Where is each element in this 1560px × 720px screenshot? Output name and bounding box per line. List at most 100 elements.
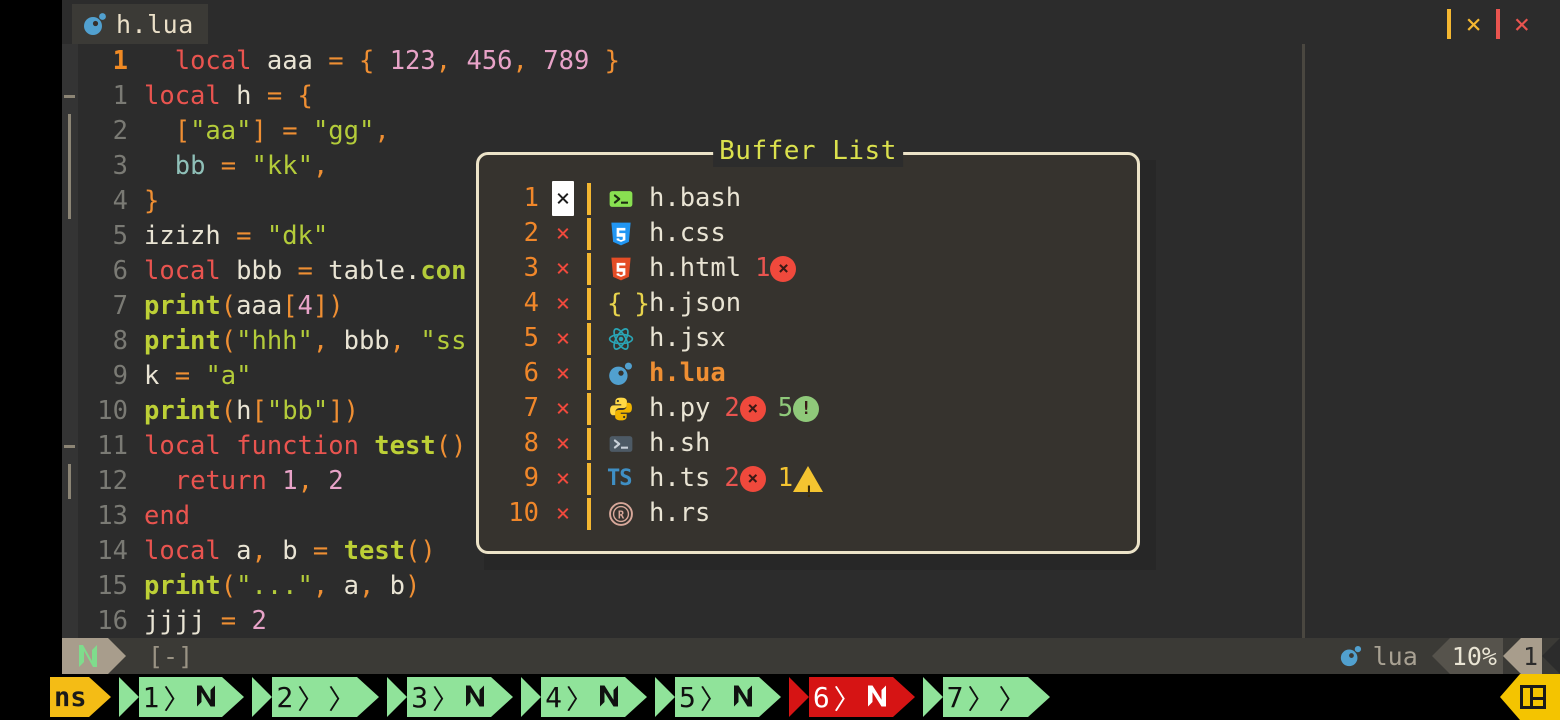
tab-slash: 〉 [432, 684, 460, 716]
buffer-filename: h.html [649, 253, 742, 283]
tab-chevron-left [922, 677, 943, 717]
diagnostic-info: 5! [778, 391, 820, 426]
statusline-right: lua 10% 1 [1325, 638, 1560, 674]
bottom-tab-5[interactable]: 5 〉 [654, 677, 781, 717]
css-icon [607, 219, 641, 249]
window-tabline [62, 0, 1560, 44]
code-line: 1 local aaa = { 123, 456, 789 } [78, 44, 1560, 79]
buffer-close-icon[interactable]: × [539, 216, 587, 251]
buffer-list-item[interactable]: 9 × TS h.ts 2 × 1! [479, 461, 1137, 501]
tab-slash: 〉 [565, 684, 593, 716]
buffer-list-item[interactable]: 8 × h.sh [479, 426, 1137, 461]
layout-button[interactable] [1500, 674, 1560, 720]
buffer-close-icon[interactable]: × [539, 321, 587, 356]
lua-icon [1339, 644, 1363, 668]
screen: h.lua × × 1 local aaa = { 123, 456, 789 … [0, 0, 1560, 720]
svg-text:R: R [618, 509, 625, 521]
code-text: bb = "kk", [174, 151, 329, 181]
buffer-close-icon[interactable]: × [539, 391, 587, 426]
buffer-filename: h.rs [649, 498, 711, 528]
tab-chevron-left [788, 677, 809, 717]
code-line: 15 print("...", a, b) [78, 569, 1560, 604]
line-number-gutter: 13 [97, 501, 128, 531]
buffer-filename: h.jsx [649, 323, 726, 353]
layout-button-body[interactable] [1520, 674, 1560, 720]
close-all-icon[interactable]: × [1500, 11, 1544, 38]
buffer-list-item[interactable]: 5 × h.jsx [479, 321, 1137, 356]
tab-body: 1 〉 [138, 677, 223, 717]
buffer-list-item[interactable]: 2 × h.css [479, 216, 1137, 251]
tabline-group-label-text: ns [50, 677, 89, 717]
line-number-gutter: 2 [112, 116, 128, 146]
code-text: k = "a" [144, 361, 252, 391]
code-text: print("hhh", bbb, "ss [144, 326, 467, 356]
tab-chevron-left [654, 677, 675, 717]
rust-icon: R [607, 499, 641, 529]
tab-chevron-right [357, 677, 380, 717]
tab-chevron-left [521, 677, 542, 717]
buffer-accent-bar [587, 322, 591, 355]
tabline-group-label-arrow [88, 677, 111, 717]
buffer-close-icon[interactable]: × [539, 356, 587, 391]
percent-arrow [1431, 638, 1450, 674]
fold-column[interactable] [62, 44, 78, 638]
buffer-accent-bar [587, 357, 591, 390]
fold-open-marker[interactable] [64, 95, 75, 98]
tab-chevron-glyph: 〉 [328, 684, 356, 716]
neovim-icon [597, 684, 623, 710]
buffer-list-item[interactable]: 1 × h.bash [479, 181, 1137, 216]
buffer-list-item[interactable]: 4 × { } h.json [479, 286, 1137, 321]
code-text: local function test() [144, 431, 467, 461]
buffer-close-icon[interactable]: × [539, 426, 587, 461]
json-icon: { } [607, 288, 650, 319]
tab-h-lua[interactable]: h.lua [72, 4, 208, 44]
shell-icon [607, 429, 641, 459]
buffer-accent-bar [587, 497, 591, 530]
tab-chevron-right [892, 677, 915, 717]
bottom-tab-2[interactable]: 2 〉 〉 [252, 677, 380, 717]
buffer-close-icon[interactable]: × [539, 496, 587, 531]
tab-body: 7 〉 〉 [942, 677, 1028, 717]
diagnostic-count: 2 [724, 463, 740, 493]
buffer-list-popup[interactable]: Buffer List 1 × h.bash 2 × h.css 3 × h.html 1 × 4 ×{… [476, 135, 1140, 554]
tab-number: 6 [812, 680, 830, 714]
bottom-tab-1[interactable]: 1 〉 [118, 677, 245, 717]
bottom-tab-7[interactable]: 7 〉 〉 [922, 677, 1050, 717]
diagnostics-group: 2 × 5! [724, 391, 820, 426]
close-window-icon[interactable]: × [1451, 11, 1495, 38]
fold-open-marker[interactable] [64, 445, 75, 448]
buffer-accent-bar [587, 252, 591, 285]
bottom-tab-4[interactable]: 4 〉 [521, 677, 647, 717]
diagnostics-group: 2 × 1! [724, 461, 824, 501]
fold-level-bar [68, 149, 71, 184]
buffer-list-item[interactable]: 7 × h.py 2 × 5! [479, 391, 1137, 426]
diagnostic-count: 2 [724, 393, 740, 423]
statusline-tail [1542, 638, 1560, 674]
line-number: 1 [1520, 638, 1542, 674]
buffer-close-icon[interactable]: × [539, 286, 587, 321]
tab-number: 1 [142, 680, 160, 714]
buffer-close-icon[interactable]: × [539, 461, 587, 496]
buffer-list-item[interactable]: 6 × h.lua [479, 356, 1137, 391]
tab-label: h.lua [116, 9, 194, 39]
tab-number: 3 [411, 680, 429, 714]
buffer-close-icon[interactable]: × [552, 181, 574, 216]
code-text: print(aaa[4]) [144, 291, 344, 321]
buffer-close-icon[interactable]: × [539, 251, 587, 286]
buffer-list-item[interactable]: 3 × h.html 1 × [479, 251, 1137, 286]
line-number-gutter: 8 [112, 326, 128, 356]
tab-body: 4 〉 [541, 677, 625, 717]
bottom-tab-6[interactable]: 6 〉 [788, 677, 915, 717]
code-text: ["aa"] = "gg", [174, 116, 390, 146]
code-text: local a, b = test() [144, 536, 436, 566]
tab-chevron-right [222, 677, 245, 717]
neovim-icon [194, 684, 220, 710]
code-text: return 1, 2 [174, 466, 344, 496]
line-number-gutter: 7 [112, 291, 128, 321]
layout-button-arrow [1500, 674, 1520, 720]
tab-body: 5 〉 [674, 677, 759, 717]
line-number-gutter: 1 [112, 81, 128, 111]
buffer-index: 5 [523, 323, 539, 353]
bottom-tab-3[interactable]: 3 〉 [387, 677, 514, 717]
line-number-gutter: 9 [112, 361, 128, 391]
